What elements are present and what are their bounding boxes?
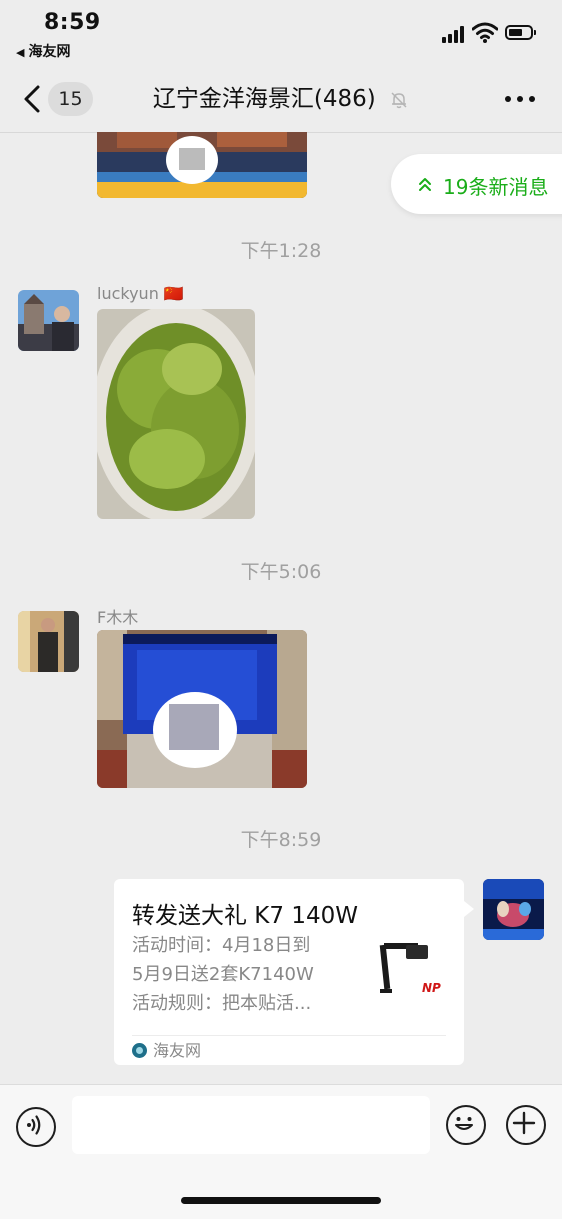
image-message-partial[interactable] [97, 132, 307, 198]
avatar[interactable] [18, 290, 79, 351]
back-triangle-icon: ◀ [16, 46, 25, 59]
emoji-icon[interactable] [446, 1105, 486, 1145]
chat-title: 辽宁金洋海景汇(486) [152, 86, 376, 112]
wifi-icon [472, 22, 498, 43]
back-to-app-link[interactable]: ◀ 海友网 [16, 41, 70, 61]
sender-name: F木木 [97, 608, 139, 627]
status-time: 8:59 [44, 10, 101, 35]
home-indicator[interactable] [181, 1197, 381, 1204]
new-messages-label: 19条新消息 [443, 175, 549, 199]
mute-bell-icon [391, 91, 407, 108]
plus-icon[interactable] [506, 1105, 546, 1145]
card-title: 转发送大礼 K7 140W [132, 903, 358, 929]
image-message[interactable] [97, 309, 255, 519]
aquarium-light-product-icon: NP [376, 937, 448, 1009]
message-input[interactable] [72, 1096, 430, 1154]
chat-header: 辽宁金洋海景汇(486) 15 [0, 66, 562, 133]
timestamp: 下午8:59 [240, 829, 322, 851]
timestamp: 下午1:28 [240, 240, 322, 262]
more-dots-icon[interactable] [505, 92, 537, 106]
card-description-line: 5月9日送2套K7140W [132, 964, 314, 985]
card-source: 海友网 [132, 1039, 201, 1063]
battery-icon [505, 25, 536, 40]
back-app-label: 海友网 [28, 44, 71, 60]
source-logo-icon [132, 1043, 147, 1058]
link-card-message[interactable]: 转发送大礼 K7 140W 活动时间：4月18日到 5月9日送2套K7140W … [114, 879, 474, 1065]
image-message[interactable] [97, 630, 307, 788]
voice-icon[interactable] [16, 1107, 56, 1147]
card-source-label: 海友网 [153, 1041, 202, 1060]
chevron-left-icon[interactable] [20, 84, 44, 114]
card-description-line: 活动时间：4月18日到 [132, 935, 311, 956]
timestamp: 下午5:06 [240, 561, 322, 583]
status-bar: 8:59 ◀ 海友网 [0, 0, 562, 66]
card-description: 活动时间：4月18日到 5月9日送2套K7140W 活动规则：把本贴活... [132, 931, 354, 1018]
avatar[interactable] [18, 611, 79, 672]
cellular-signal-icon [442, 25, 468, 43]
svg-text:NP: NP [422, 981, 441, 995]
my-avatar[interactable] [483, 879, 544, 940]
unread-count-badge[interactable]: 15 [48, 82, 93, 116]
sender-name: luckyun 🇨🇳 [97, 284, 184, 303]
new-messages-pill[interactable]: 19条新消息 [391, 154, 562, 214]
card-divider [132, 1035, 446, 1036]
card-description-line: 活动规则：把本贴活... [132, 993, 312, 1014]
double-chevron-up-icon [419, 178, 431, 191]
